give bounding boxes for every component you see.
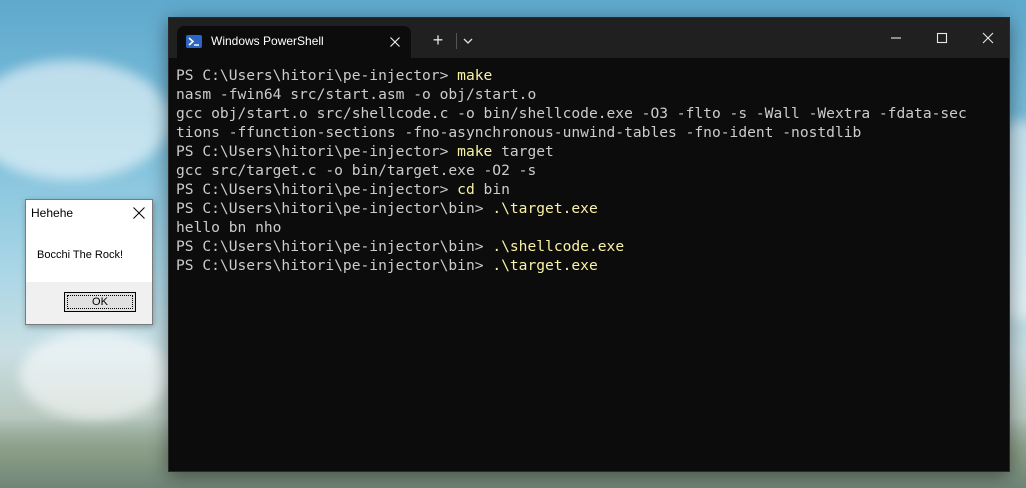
close-icon bbox=[982, 32, 994, 44]
command: make bbox=[457, 67, 493, 84]
minimize-icon bbox=[891, 37, 901, 39]
divider bbox=[456, 33, 457, 49]
command: .\target.exe bbox=[492, 257, 598, 274]
prompt: PS C:\Users\hitori\pe-injector> bbox=[176, 143, 458, 160]
message-text: Bocchi The Rock! bbox=[37, 249, 124, 261]
output-text: nasm -fwin64 src/start.asm -o obj/start.… bbox=[176, 86, 537, 103]
console-line: PS C:\Users\hitori\pe-injector\bin> .\ta… bbox=[176, 199, 1003, 218]
command: cd bbox=[457, 181, 475, 198]
output-text: gcc src/target.c -o bin/target.exe -O2 -… bbox=[176, 162, 537, 179]
new-tab-button[interactable]: + bbox=[425, 30, 451, 52]
output-text: bin bbox=[474, 181, 510, 198]
console-line: nasm -fwin64 src/start.asm -o obj/start.… bbox=[176, 85, 1003, 104]
console-line: PS C:\Users\hitori\pe-injector\bin> .\ta… bbox=[176, 256, 1003, 275]
console-line: gcc obj/start.o src/shellcode.c -o bin/s… bbox=[176, 104, 1003, 123]
output-text: tions -ffunction-sections -fno-asynchron… bbox=[176, 124, 862, 141]
console-line: PS C:\Users\hitori\pe-injector> cd bin bbox=[176, 180, 1003, 199]
close-button[interactable] bbox=[965, 18, 1011, 58]
terminal-output[interactable]: PS C:\Users\hitori\pe-injector> make nasm… bbox=[176, 66, 1003, 467]
command: .\target.exe bbox=[492, 200, 598, 217]
prompt: PS C:\Users\hitori\pe-injector> bbox=[176, 181, 458, 198]
prompt: PS C:\Users\hitori\pe-injector\bin> bbox=[176, 257, 493, 274]
prompt: PS C:\Users\hitori\pe-injector\bin> bbox=[176, 238, 493, 255]
powershell-icon bbox=[186, 35, 202, 48]
output-text: target bbox=[492, 143, 554, 160]
output-text: gcc obj/start.o src/shellcode.c -o bin/s… bbox=[176, 105, 967, 122]
tab-title: Windows PowerShell bbox=[211, 34, 324, 48]
console-line: PS C:\Users\hitori\pe-injector\bin> .\sh… bbox=[176, 237, 1003, 256]
maximize-button[interactable] bbox=[919, 18, 965, 58]
output-text: hello bn nho bbox=[176, 219, 282, 236]
close-tab-icon[interactable] bbox=[386, 33, 404, 51]
powershell-window[interactable]: Windows PowerShell + PS C:\Users\hitori\… bbox=[168, 17, 1010, 472]
close-icon[interactable] bbox=[130, 204, 148, 222]
console-line: PS C:\Users\hitori\pe-injector> make bbox=[176, 66, 1003, 85]
maximize-icon bbox=[936, 32, 948, 44]
chevron-down-icon[interactable] bbox=[459, 30, 477, 52]
cloud bbox=[20, 330, 170, 420]
message-box-footer: OK bbox=[26, 282, 152, 324]
console-line: PS C:\Users\hitori\pe-injector> make tar… bbox=[176, 142, 1003, 161]
minimize-button[interactable] bbox=[873, 18, 919, 58]
title-bar[interactable]: Windows PowerShell + bbox=[169, 18, 1009, 58]
tab-windows-powershell[interactable]: Windows PowerShell bbox=[177, 26, 411, 58]
console-line: hello bn nho bbox=[176, 218, 1003, 237]
command: .\shellcode.exe bbox=[492, 238, 625, 255]
prompt: PS C:\Users\hitori\pe-injector\bin> bbox=[176, 200, 493, 217]
console-line: gcc src/target.c -o bin/target.exe -O2 -… bbox=[176, 161, 1003, 180]
cloud bbox=[0, 60, 170, 180]
command: make bbox=[457, 143, 493, 160]
ok-button[interactable]: OK bbox=[64, 292, 136, 312]
message-box-title: Hehehe bbox=[31, 206, 74, 220]
console-line: tions -ffunction-sections -fno-asynchron… bbox=[176, 123, 1003, 142]
prompt: PS C:\Users\hitori\pe-injector> bbox=[176, 67, 458, 84]
message-box[interactable]: Hehehe Bocchi The Rock! OK bbox=[25, 199, 153, 325]
